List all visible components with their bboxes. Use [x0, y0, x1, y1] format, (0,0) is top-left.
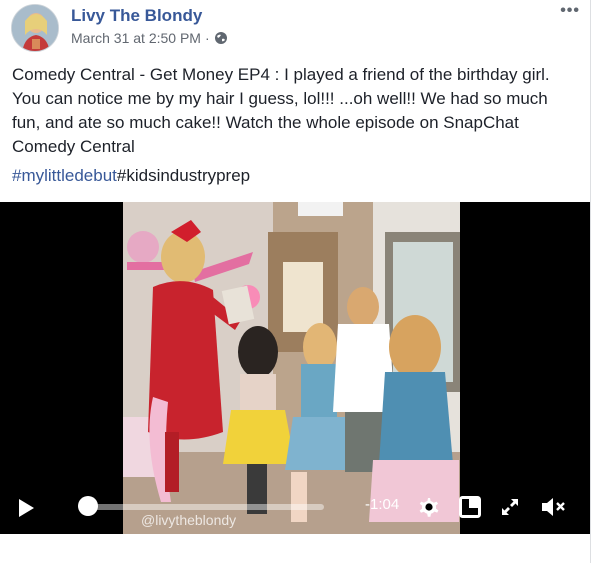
progress-handle[interactable] — [78, 496, 98, 516]
hashtag-kidsindustryprep[interactable]: #kidsindustryprep — [117, 166, 250, 185]
picture-in-picture-icon[interactable] — [459, 496, 481, 518]
video-player[interactable]: @livytheblondy -1:04 — [0, 202, 590, 534]
meta-separator: · — [204, 30, 210, 46]
post-card: Livy The Blondy March 31 at 2:50 PM · ••… — [0, 0, 591, 563]
time-remaining: -1:04 — [365, 496, 400, 513]
globe-icon[interactable] — [214, 31, 228, 45]
video-watermark: @livytheblondy — [141, 512, 237, 528]
progress-track[interactable] — [88, 504, 324, 510]
author-name[interactable]: Livy The Blondy — [71, 6, 202, 26]
more-options-icon[interactable]: ••• — [560, 2, 580, 20]
fullscreen-icon[interactable] — [500, 497, 520, 517]
hashtags: #mylittledebut#kidsindustryprep — [12, 166, 250, 186]
volume-muted-icon[interactable] — [540, 496, 566, 518]
settings-icon[interactable] — [417, 495, 441, 519]
play-icon[interactable] — [16, 498, 36, 518]
video-frame — [123, 202, 460, 534]
avatar[interactable] — [11, 4, 59, 52]
hashtag-mylittledebut[interactable]: #mylittledebut — [12, 166, 117, 185]
avatar-image — [12, 5, 58, 51]
post-timestamp[interactable]: March 31 at 2:50 PM — [71, 30, 201, 46]
post-text: Comedy Central - Get Money EP4 : I playe… — [12, 65, 550, 156]
post-meta: March 31 at 2:50 PM · — [71, 30, 228, 46]
